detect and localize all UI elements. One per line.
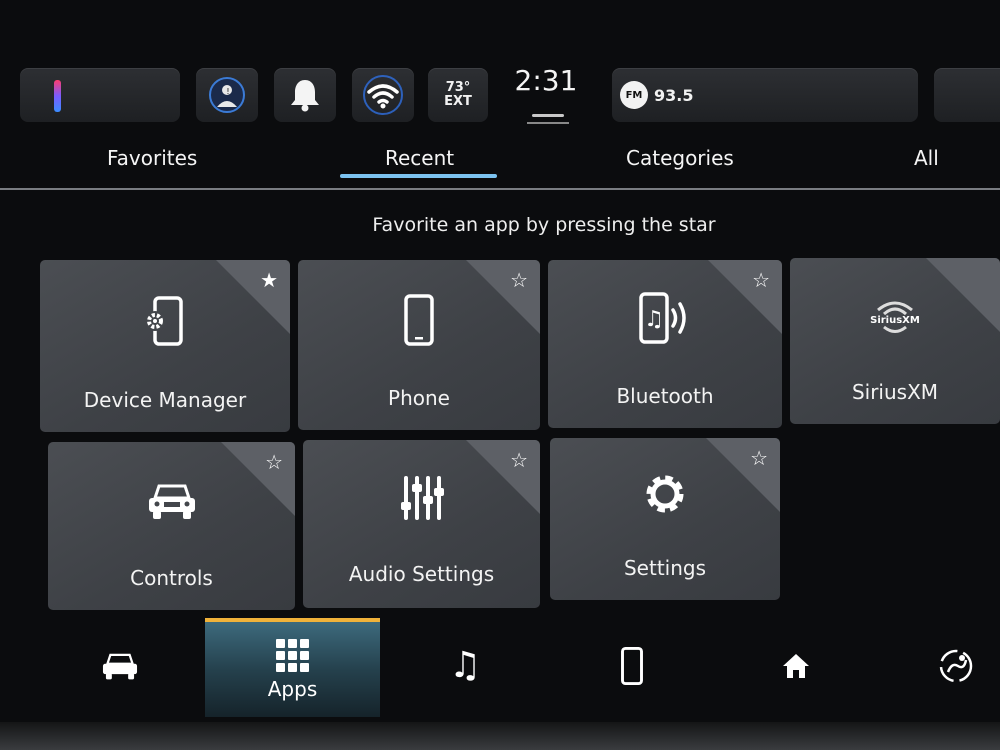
music-note-glyph: ♫ (644, 307, 664, 332)
color-bar (54, 80, 61, 112)
navigation-icon (939, 649, 973, 682)
siriusxm-logo: SiriusXM (870, 301, 920, 333)
nav-apps-label: Apps (267, 676, 318, 701)
tab-favorites[interactable]: Favorites (107, 146, 197, 170)
clock-indicator (532, 114, 564, 117)
nav-vehicle[interactable] (90, 618, 150, 713)
tab-categories[interactable]: Categories (626, 146, 734, 170)
nav-phone[interactable] (612, 618, 652, 713)
tab-all[interactable]: All (914, 146, 939, 170)
wifi-icon (363, 75, 403, 115)
app-tile-settings[interactable]: ☆ Settings (550, 438, 780, 600)
app-label: SiriusXM (851, 380, 939, 404)
app-tile-bluetooth[interactable]: ☆ ♫ Bluetooth (548, 260, 782, 428)
driver-assist-icon: ! (209, 77, 245, 113)
profile-indicator[interactable] (20, 68, 180, 122)
radio-now-playing[interactable]: FM 93.5 (612, 68, 918, 122)
temperature-unit: EXT (444, 94, 472, 109)
notifications-button[interactable] (274, 68, 336, 122)
star-outline-icon[interactable]: ☆ (265, 450, 283, 474)
bottom-nav: Apps ♫ (0, 618, 1000, 718)
fm-badge: FM (620, 81, 648, 109)
nav-media[interactable]: ♫ (440, 618, 490, 713)
gear-icon (646, 475, 684, 513)
screen-bezel (0, 722, 1000, 750)
app-label: Controls (130, 566, 213, 590)
clock-indicator-line (527, 122, 569, 124)
app-label: Phone (388, 386, 450, 410)
star-filled-icon[interactable]: ★ (260, 268, 278, 292)
app-tile-controls[interactable]: ☆ Controls (48, 442, 295, 610)
svg-text:!: ! (226, 87, 229, 96)
star-outline-icon[interactable]: ☆ (752, 268, 770, 292)
car-icon (102, 653, 138, 679)
temperature-value: 73° (445, 80, 471, 95)
star-outline-icon[interactable]: ☆ (510, 268, 528, 292)
status-right-panel[interactable] (934, 68, 1000, 122)
sliders-icon (400, 476, 444, 520)
bell-icon (291, 80, 319, 112)
car-icon (148, 484, 195, 519)
app-tile-device-manager[interactable]: ★ Device Manager (40, 260, 290, 432)
nav-home[interactable] (776, 618, 816, 713)
home-icon (783, 653, 809, 678)
clock: 2:31 (514, 64, 578, 97)
app-label: Bluetooth (616, 384, 714, 408)
wifi-button[interactable] (352, 68, 414, 122)
driver-assist-button[interactable]: ! (196, 68, 258, 122)
nav-navigation[interactable] (934, 618, 978, 713)
temperature-display[interactable]: 73° EXT (428, 68, 488, 122)
radio-frequency: 93.5 (654, 85, 694, 105)
apps-grid-icon (275, 638, 309, 672)
device-manager-icon (145, 296, 183, 346)
app-tabs: Favorites Recent Categories All (0, 130, 1000, 190)
app-label: Device Manager (83, 388, 247, 412)
tab-recent[interactable]: Recent (385, 146, 454, 170)
star-outline-icon[interactable]: ☆ (750, 446, 768, 470)
phone-icon (621, 646, 643, 685)
app-label: Audio Settings (348, 562, 495, 586)
app-tile-siriusxm[interactable]: SiriusXM SiriusXM (790, 258, 1000, 424)
star-outline-icon[interactable]: ☆ (510, 448, 528, 472)
nav-apps[interactable]: Apps (205, 618, 380, 717)
siriusxm-logo-text: SiriusXM (870, 315, 920, 326)
active-tab-indicator (340, 174, 497, 178)
phone-icon (404, 294, 434, 346)
app-tile-phone[interactable]: ☆ Phone (298, 260, 540, 430)
favorite-hint: Favorite an app by pressing the star (372, 214, 716, 236)
status-bar: ! 73° EXT 2:31 FM 93.5 (0, 60, 1000, 130)
app-tile-audio-settings[interactable]: ☆ Audio Settings (303, 440, 540, 608)
app-label: Settings (623, 556, 707, 580)
music-icon: ♫ (448, 645, 482, 686)
bluetooth-audio-icon: ♫ (639, 292, 686, 344)
